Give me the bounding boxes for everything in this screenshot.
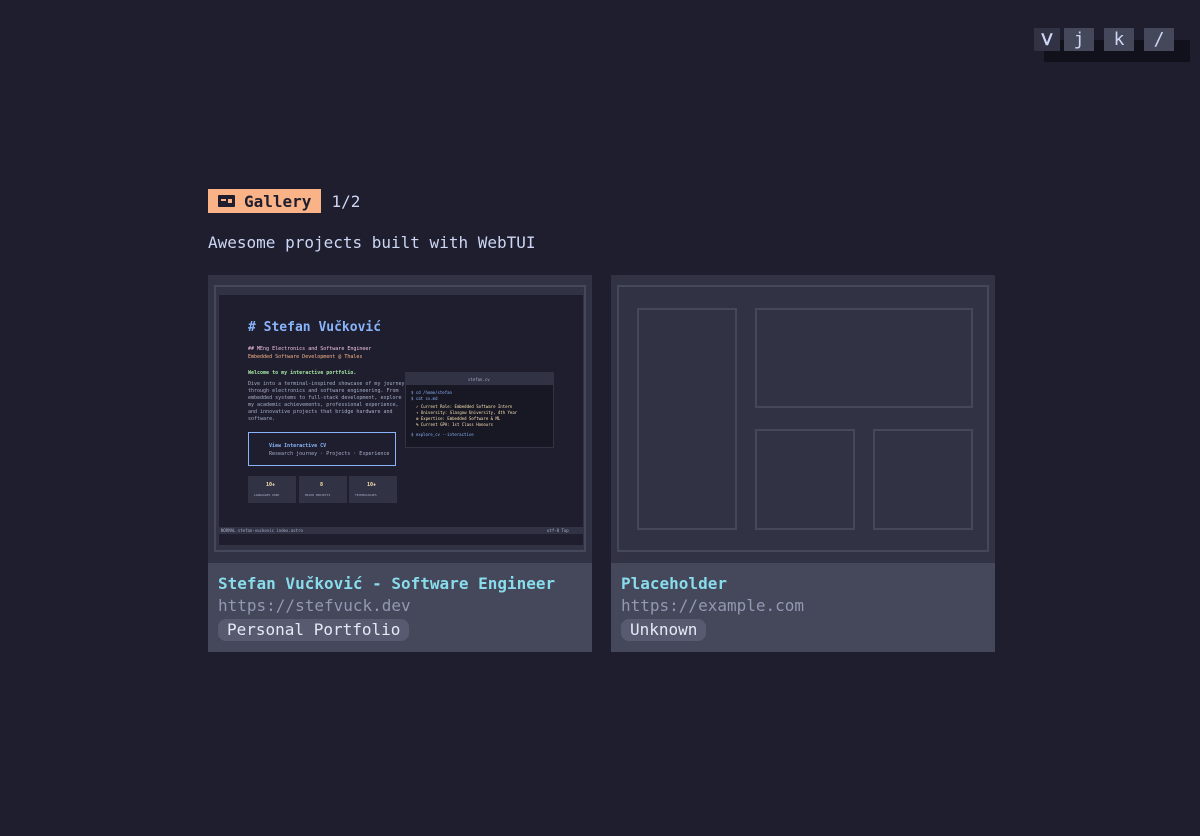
project-meta: Placeholder https://example.com Unknown — [611, 563, 995, 652]
project-card[interactable]: Placeholder https://example.com Unknown — [611, 275, 995, 652]
preview-cv-button: View Interactive CV Research journey · P… — [248, 432, 396, 466]
gallery-badge: Gallery — [208, 189, 322, 213]
project-preview-frame[interactable]: # Stefan Vučković ## MEng Electronics an… — [214, 285, 586, 552]
project-title[interactable]: Placeholder — [621, 573, 985, 595]
project-tag: Unknown — [621, 619, 707, 641]
wireframe-block — [873, 429, 973, 530]
preview-line: Welcome to my interactive portfolio. — [248, 370, 357, 376]
preview-terminal-bar: stefan.cv — [406, 373, 553, 385]
project-card[interactable]: # Stefan Vučković ## MEng Electronics an… — [208, 275, 592, 652]
preview-line: Embedded Software Development @ Thales — [248, 354, 363, 360]
wireframe-block — [755, 308, 973, 408]
key-search-button[interactable]: / — [1144, 28, 1174, 51]
card-icon — [218, 195, 235, 207]
gallery-badge-label: Gallery — [244, 191, 312, 211]
keybinding-hints: ᐯ j k / — [1034, 28, 1174, 51]
preview-stat: 10+ TECHNOLOGIES — [349, 476, 397, 503]
preview-line: my academic achievements, professional e… — [248, 402, 399, 408]
preview-line: through electronics and software enginee… — [248, 388, 399, 394]
preview-line: ## MEng Electronics and Software Enginee… — [248, 346, 372, 352]
preview-line: embedded systems to full-stack developme… — [248, 395, 402, 401]
placeholder-preview-frame[interactable] — [617, 285, 989, 552]
gallery-counter: 1/2 — [331, 191, 361, 211]
project-tag: Personal Portfolio — [218, 619, 410, 641]
preview-cv-sub: Research journey · Projects · Experience — [269, 451, 390, 457]
key-k-button[interactable]: k — [1104, 28, 1134, 51]
project-url[interactable]: https://example.com — [621, 595, 985, 617]
project-meta: Stefan Vučković - Software Engineer http… — [208, 563, 592, 652]
webtui-logo-icon[interactable]: ᐯ — [1034, 28, 1060, 51]
preview-stat: 8 MAJOR PROJECTS — [299, 476, 347, 503]
preview-cv-title: View Interactive CV — [269, 443, 327, 449]
project-title[interactable]: Stefan Vučković - Software Engineer — [218, 573, 582, 595]
project-url[interactable]: https://stefvuck.dev — [218, 595, 582, 617]
gallery-header: Gallery 1/2 — [208, 189, 360, 213]
wireframe-block — [755, 429, 855, 530]
preview-line: software. — [248, 416, 276, 422]
preview-terminal: stefan.cv $ cd /home/stefan $ cat cv.md … — [405, 372, 554, 448]
preview-statusline: NORMAL stefan-vuckovic index.astro utf-8… — [219, 527, 583, 534]
project-screenshot: # Stefan Vučković ## MEng Electronics an… — [219, 295, 583, 545]
wireframe-block — [637, 308, 737, 530]
page-subtitle: Awesome projects built with WebTUI — [208, 233, 536, 252]
preview-line: and innovative projects that bridge hard… — [248, 409, 393, 415]
preview-line: Dive into a terminal-inspired showcase o… — [248, 381, 405, 387]
preview-stat: 10+ LANGUAGES USED — [248, 476, 296, 503]
preview-heading: # Stefan Vučković — [248, 320, 382, 335]
key-j-button[interactable]: j — [1064, 28, 1094, 51]
